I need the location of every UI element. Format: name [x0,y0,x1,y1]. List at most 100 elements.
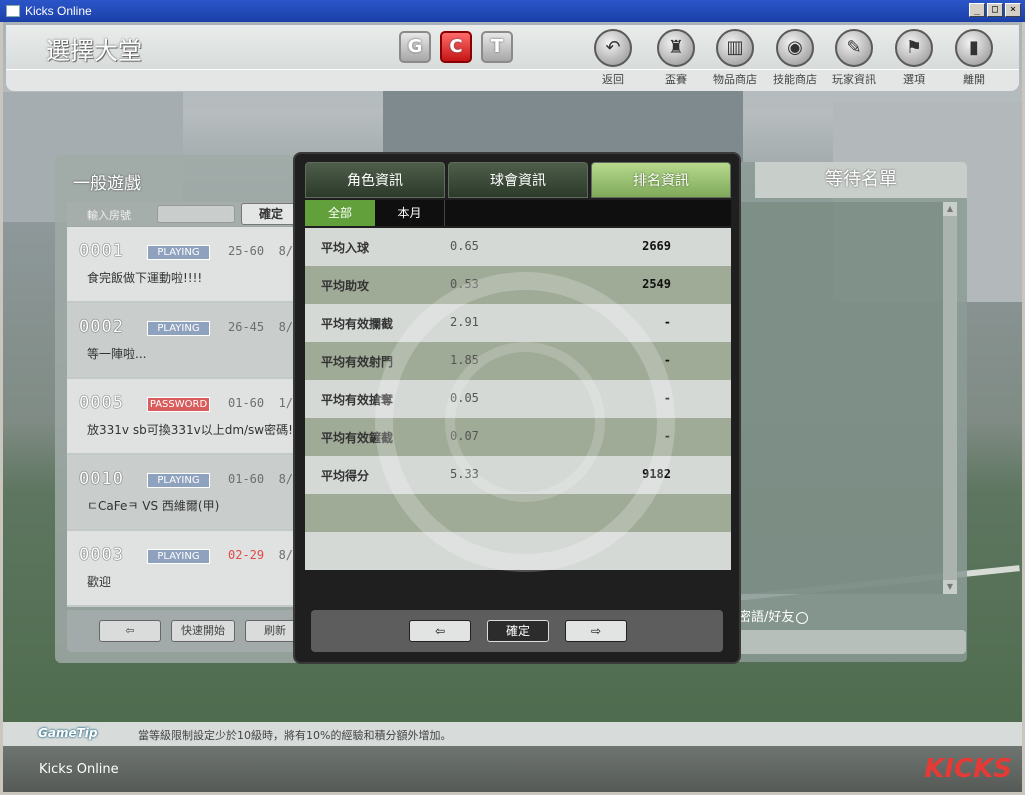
stat-value: 1.85 [450,353,479,367]
player-info-icon: ✎ [835,29,873,67]
room-message: 歡迎 [87,575,112,589]
scroll-down-icon[interactable]: ▼ [943,580,957,594]
window-titlebar: Kicks Online _ □ × [0,0,1025,22]
level-range: 01-60 8/ [228,472,294,486]
room-item[interactable]: 0010 PLAYING 01-60 8/ ㄷCaFeㅋ VS 西維爾(甲) [67,455,307,531]
stat-rank: - [663,353,671,367]
stat-rank: - [663,391,671,405]
next-button[interactable]: ⇨ [565,620,627,642]
lobby-title: 一般遊戲 [73,174,141,194]
level-range: 02-29 8/ [228,548,294,562]
lobby-back-button[interactable]: ⇦ [99,620,161,642]
stat-name: 平均得分 [321,469,370,483]
skill-icon: ◉ [776,29,814,67]
room-number: 0010 [79,469,124,489]
level-range: 26-45 8/ [228,320,294,334]
status-badge: PLAYING [147,245,210,260]
quick-start-button[interactable]: 快速開始 [171,620,235,642]
mode-g-button[interactable]: G [399,31,431,63]
room-number: 0001 [79,241,124,261]
nav-label: 離開 [963,73,985,86]
stat-name: 平均入球 [321,241,370,255]
app-icon [6,5,20,17]
options-icon: ⚑ [895,29,933,67]
whisper-radio[interactable] [796,611,809,624]
room-message: 等一陣啦... [87,347,147,361]
stat-name: 平均助攻 [321,279,370,293]
room-item[interactable]: 0001 PLAYING 25-60 8/ 食完飯做下運動啦!!!! [67,227,307,303]
lobby-panel: 一般遊戲 輸入房號 確定 0001 PLAYING 25-60 8/ 食完飯做下… [55,155,307,663]
nav-label: 選項 [903,73,925,86]
status-badge: PLAYING [147,321,210,336]
room-ok-button[interactable]: 確定 [241,203,301,225]
gametip-bar: GameTip 當等級限制設定少於10級時，將有10%的經驗和積分額外增加。 [3,722,1022,746]
stat-value: 0.05 [450,391,479,405]
page-title: 選擇大堂 [46,37,142,65]
mode-c-button[interactable]: C [440,31,472,63]
minimize-button[interactable]: _ [969,3,985,17]
window-title: Kicks Online [25,4,92,18]
exit-icon: ▮ [955,29,993,67]
stat-value: 2.91 [450,315,479,329]
tab-character-info[interactable]: 角色資訊 [305,162,445,198]
stat-row: 平均有效射門 1.85 - [305,342,731,380]
stat-row [305,532,731,570]
subtab-this-month[interactable]: 本月 [375,200,445,226]
stat-name: 平均有效射門 [321,355,394,369]
stat-rank: 2549 [642,277,671,291]
stat-rank: - [663,315,671,329]
level-range: 25-60 8/ [228,244,294,258]
player-info-modal: 角色資訊 球會資訊 排名資訊 全部 本月 平均入球 0.65 2669 平均助攻… [293,152,741,664]
mode-t-button[interactable]: T [481,31,513,63]
tab-club-info[interactable]: 球會資訊 [448,162,588,198]
window-controls: _ □ × [969,3,1021,17]
stat-rank: - [663,429,671,443]
stat-rank: 2669 [642,239,671,253]
nav-item-shop-button[interactable]: ▥ 物品商店 [710,29,760,87]
modal-subtabs: 全部 本月 [305,200,731,226]
nav-player-info-button[interactable]: ✎ 玩家資訊 [829,29,879,87]
close-button[interactable]: × [1005,3,1021,17]
scroll-up-icon[interactable]: ▲ [943,202,957,216]
room-list: 0001 PLAYING 25-60 8/ 食完飯做下運動啦!!!! 0002 … [67,227,307,607]
subtab-all[interactable]: 全部 [305,200,375,226]
room-item[interactable]: 0003 PLAYING 02-29 8/ 歡迎 [67,531,307,607]
modal-ok-button[interactable]: 確定 [487,620,549,642]
gametip-logo: GameTip [38,726,98,740]
stat-row: 平均有效攔截 2.91 - [305,304,731,342]
room-message: ㄷCaFeㅋ VS 西維爾(甲) [87,499,220,513]
stat-value: 5.33 [450,467,479,481]
kicks-logo: KICKS [924,754,1012,784]
nav-skill-shop-button[interactable]: ◉ 技能商店 [770,29,820,87]
room-item[interactable]: 0002 PLAYING 26-45 8/ 等一陣啦... [67,303,307,379]
chat-input[interactable] [738,630,966,654]
tab-ranking-info[interactable]: 排名資訊 [591,162,731,198]
room-number: 0005 [79,393,124,413]
modal-tabs: 角色資訊 球會資訊 排名資訊 [305,162,731,198]
level-range: 01-60 1/ [228,396,294,410]
room-number-label: 輸入房號 [87,209,131,222]
stat-value: 0.65 [450,239,479,253]
lobby-footer: ⇦ 快速開始 刷新 [67,610,307,652]
modal-footer: ⇦ 確定 ⇨ [311,610,723,652]
nav-return-button[interactable]: ↶ 返回 [588,29,638,87]
room-number-row: 輸入房號 確定 [67,202,301,226]
maximize-button[interactable]: □ [987,3,1003,17]
ranking-stats-table: 平均入球 0.65 2669 平均助攻 0.53 2549 平均有效攔截 2.9… [305,228,731,570]
waiting-list[interactable] [740,202,955,594]
bottom-statusbar: Kicks Online KICKS [3,746,1022,792]
nav-exit-button[interactable]: ▮ 離開 [949,29,999,87]
nav-cup-button[interactable]: ♜ 盃賽 [651,29,701,87]
nav-label: 返回 [602,73,624,86]
stat-row: 平均有效鏟截 0.07 - [305,418,731,456]
waiting-list-scrollbar[interactable]: ▲ ▼ [943,202,957,594]
room-message: 食完飯做下運動啦!!!! [87,271,203,285]
shop-icon: ▥ [716,29,754,67]
room-number-input[interactable] [157,205,235,223]
room-item[interactable]: 0005 PASSWORD 01-60 1/ 放331v sb可換331v以上d… [67,379,307,455]
status-badge: PASSWORD [147,397,210,412]
prev-button[interactable]: ⇦ [409,620,471,642]
room-number: 0003 [79,545,124,565]
nav-options-button[interactable]: ⚑ 選項 [889,29,939,87]
nav-label: 物品商店 [713,73,757,86]
